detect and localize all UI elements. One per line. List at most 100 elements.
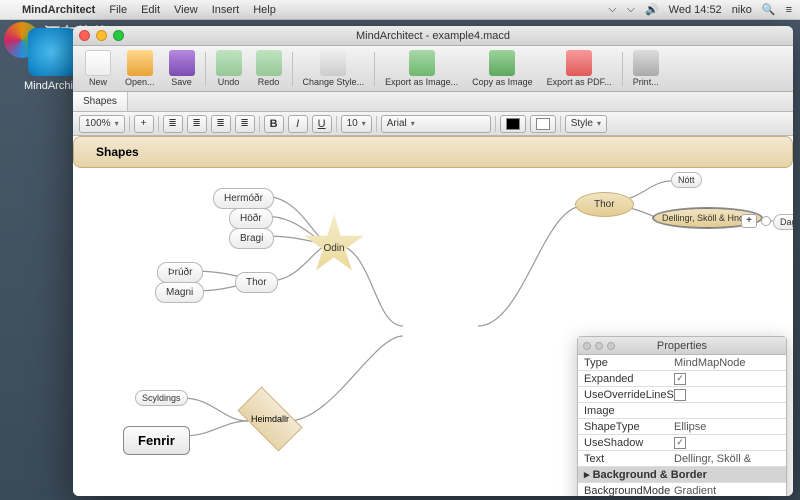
font-select[interactable]: Arial — [381, 115, 491, 133]
color-swatch-icon — [506, 118, 520, 130]
undo-button[interactable]: Undo — [210, 48, 248, 89]
search-icon[interactable]: 🔍 — [762, 3, 776, 16]
change-style-button[interactable]: Change Style... — [297, 48, 371, 89]
property-key: Text — [578, 453, 670, 465]
property-row[interactable]: UseOverrideLineSt — [578, 387, 786, 403]
node-fenrir[interactable]: Fenrir — [123, 426, 190, 455]
canvas[interactable]: Shapes Odin Hermóðr Höðr Bragi Thor Þrúð… — [73, 136, 793, 496]
redo-icon — [256, 50, 282, 76]
property-row[interactable]: BackgroundModeGradient — [578, 483, 786, 496]
node-magni[interactable]: Magni — [155, 282, 204, 303]
speaker-icon[interactable]: 🔊 — [645, 3, 659, 16]
clock[interactable]: Wed 14:52 — [669, 4, 722, 16]
checkbox[interactable]: ✓ — [674, 437, 686, 449]
property-row[interactable]: ▸ Background & Border — [578, 467, 786, 483]
export-image-button[interactable]: Export as Image... — [379, 48, 464, 89]
node-odin[interactable]: Odin — [303, 214, 365, 276]
save-button[interactable]: Save — [163, 48, 201, 89]
redo-button[interactable]: Redo — [250, 48, 288, 89]
tab-shapes[interactable]: Shapes — [73, 92, 128, 111]
property-value[interactable]: Dellingr, Sköll & — [670, 453, 786, 465]
menu-insert[interactable]: Insert — [212, 4, 240, 16]
new-button[interactable]: New — [79, 48, 117, 89]
property-value[interactable] — [670, 389, 786, 401]
underline-button[interactable]: U — [312, 115, 332, 133]
property-value[interactable]: MindMapNode — [670, 357, 786, 369]
property-row[interactable]: Expanded ✓ — [578, 371, 786, 387]
zoom-button[interactable] — [113, 30, 124, 41]
wifi-icon[interactable]: ⌵ — [627, 3, 635, 16]
panel-close-button[interactable] — [583, 342, 591, 350]
node-add-button[interactable]: + — [741, 214, 757, 228]
node-dagr[interactable]: Dagr — [773, 214, 793, 230]
property-row[interactable]: Image — [578, 403, 786, 419]
properties-panel[interactable]: Properties TypeMindMapNodeExpanded✓UseOv… — [577, 336, 787, 496]
align-left-button[interactable]: ≣ — [163, 115, 183, 133]
align-right-button[interactable]: ≣ — [211, 115, 231, 133]
color-swatch-icon — [536, 118, 550, 130]
export-image-icon — [409, 50, 435, 76]
user-menu[interactable]: niko — [732, 4, 752, 16]
node-thor[interactable]: Thor — [575, 192, 634, 217]
property-value[interactable]: ✓ — [670, 373, 786, 385]
close-button[interactable] — [79, 30, 90, 41]
add-node-button[interactable]: + — [134, 115, 154, 133]
minimize-button[interactable] — [96, 30, 107, 41]
menu-edit[interactable]: Edit — [141, 4, 160, 16]
titlebar[interactable]: MindArchitect - example4.macd — [73, 26, 793, 46]
bluetooth-icon[interactable]: ⌵ — [608, 3, 616, 16]
export-pdf-button[interactable]: Export as PDF... — [541, 48, 618, 89]
property-key: Image — [578, 405, 670, 417]
align-justify-button[interactable]: ≣ — [235, 115, 255, 133]
desktop-app-icon[interactable]: MindArchitect — [24, 28, 80, 92]
print-button[interactable]: Print... — [627, 48, 665, 89]
node-thrudr[interactable]: Þrúðr — [157, 262, 203, 283]
property-value[interactable]: Gradient — [670, 485, 786, 497]
desktop-icon-label: MindArchitect — [24, 80, 80, 92]
toolbar-sep — [374, 52, 375, 86]
format-bar: 100% + ≣ ≣ ≣ ≣ B I U 10 Arial Style — [73, 112, 793, 136]
property-row[interactable]: UseShadow ✓ — [578, 435, 786, 451]
menu-help[interactable]: Help — [253, 4, 276, 16]
property-row[interactable]: TextDellingr, Sköll & — [578, 451, 786, 467]
property-key: Type — [578, 357, 670, 369]
property-key: Expanded — [578, 373, 670, 385]
menu-extra-icon[interactable]: ≡ — [786, 4, 792, 16]
property-value[interactable]: ✓ — [670, 437, 786, 449]
panel-min-button[interactable] — [595, 342, 603, 350]
copy-image-button[interactable]: Copy as Image — [466, 48, 539, 89]
panel-zoom-button[interactable] — [607, 342, 615, 350]
fill-color-button[interactable] — [530, 115, 556, 133]
checkbox[interactable] — [674, 389, 686, 401]
property-key: UseShadow — [578, 437, 670, 449]
property-row[interactable]: ShapeTypeEllipse — [578, 419, 786, 435]
tabbar: Shapes — [73, 92, 793, 112]
node-nott[interactable]: Nótt — [671, 172, 702, 188]
copy-image-icon — [489, 50, 515, 76]
node-hermodr[interactable]: Hermóðr — [213, 188, 274, 209]
fontsize-select[interactable]: 10 — [341, 115, 372, 133]
align-center-button[interactable]: ≣ — [187, 115, 207, 133]
node-thor-child[interactable]: Thor — [235, 272, 278, 293]
italic-button[interactable]: I — [288, 115, 308, 133]
menu-file[interactable]: File — [109, 4, 127, 16]
node-scyldings[interactable]: Scyldings — [135, 390, 188, 406]
undo-icon — [216, 50, 242, 76]
zoom-select[interactable]: 100% — [79, 115, 125, 133]
menu-view[interactable]: View — [174, 4, 198, 16]
window-title: MindArchitect - example4.macd — [356, 30, 510, 42]
bold-button[interactable]: B — [264, 115, 284, 133]
properties-titlebar[interactable]: Properties — [578, 337, 786, 355]
style-select[interactable]: Style — [565, 115, 607, 133]
property-row[interactable]: TypeMindMapNode — [578, 355, 786, 371]
checkbox[interactable]: ✓ — [674, 373, 686, 385]
node-hodr[interactable]: Höðr — [229, 208, 273, 229]
open-button[interactable]: Open... — [119, 48, 161, 89]
property-value[interactable]: Ellipse — [670, 421, 786, 433]
text-color-button[interactable] — [500, 115, 526, 133]
app-menu[interactable]: MindArchitect — [22, 4, 95, 16]
node-bragi[interactable]: Bragi — [229, 228, 274, 249]
style-icon — [320, 50, 346, 76]
properties-title: Properties — [657, 340, 707, 352]
node-collapse-toggle[interactable] — [761, 216, 771, 226]
